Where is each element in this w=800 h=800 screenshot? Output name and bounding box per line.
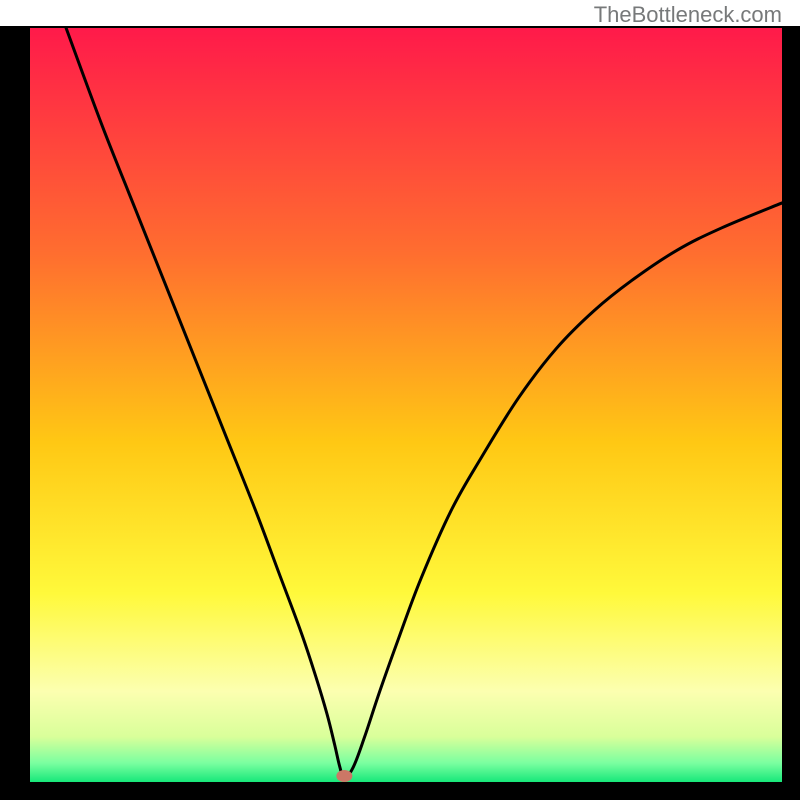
chart-container: TheBottleneck.com	[0, 0, 800, 800]
bottleneck-marker	[336, 770, 352, 782]
attribution-label: TheBottleneck.com	[594, 2, 782, 28]
bottleneck-chart	[0, 0, 800, 800]
